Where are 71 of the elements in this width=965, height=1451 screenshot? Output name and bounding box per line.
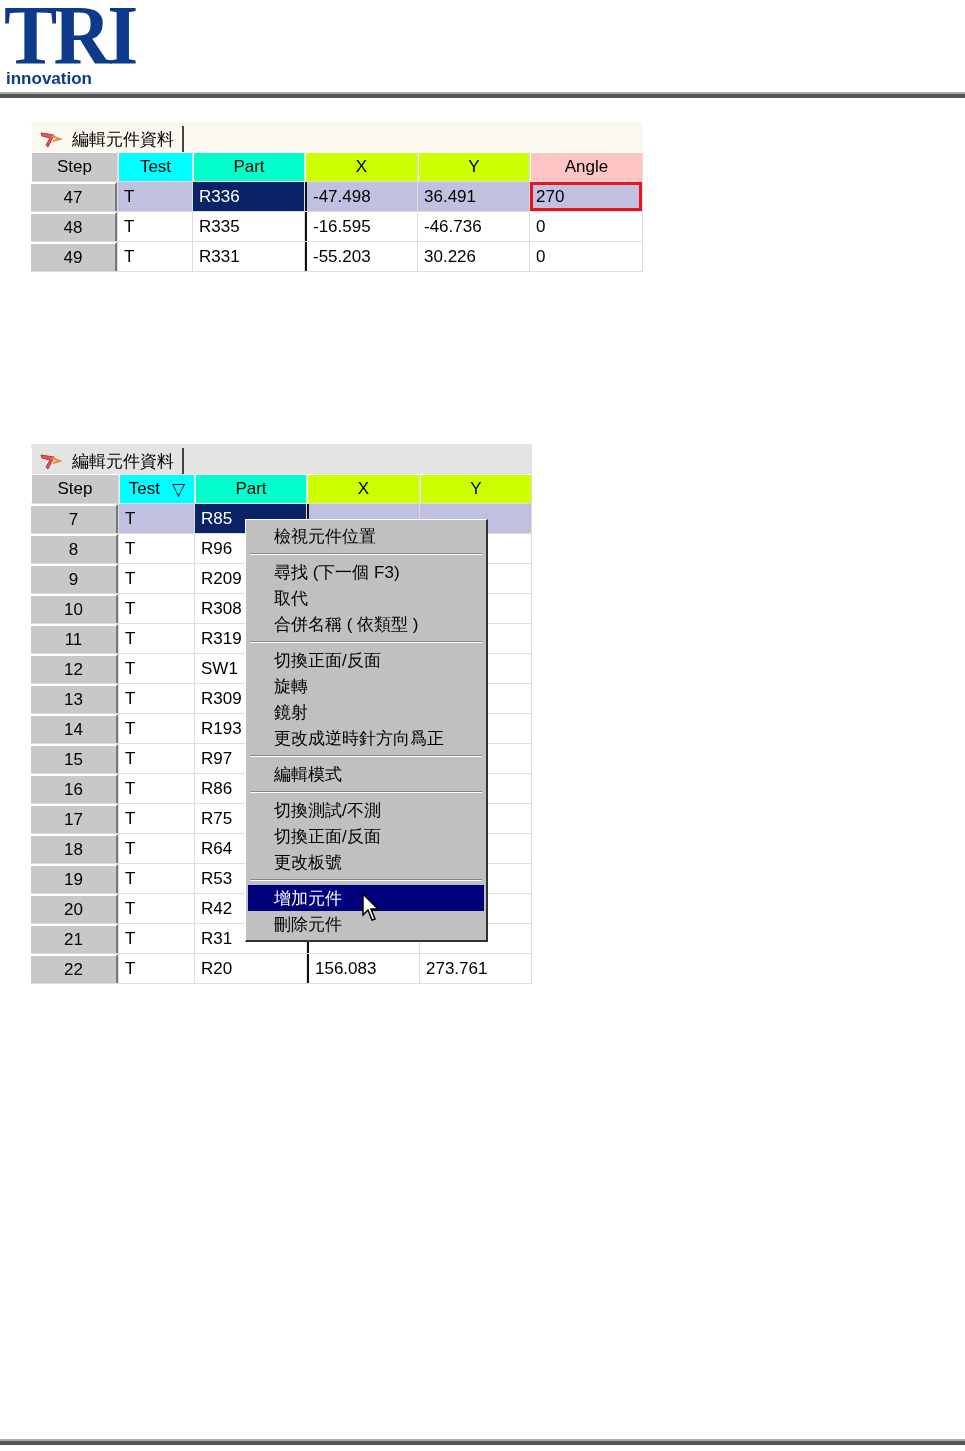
column-header[interactable]: Test ▽ xyxy=(119,474,194,503)
row-header[interactable]: 7 xyxy=(31,504,118,533)
table-cell: T xyxy=(119,564,194,593)
component-icon xyxy=(40,130,62,148)
row-header[interactable]: 17 xyxy=(31,804,118,833)
column-header[interactable]: Step xyxy=(31,152,117,181)
logo-mark: TRI xyxy=(4,2,135,70)
table-cell: R20 xyxy=(195,954,306,983)
table-cell: R335 xyxy=(193,212,304,241)
table-cell: R331 xyxy=(193,242,304,271)
table-cell: 0 xyxy=(530,212,642,241)
table-cell: T xyxy=(119,714,194,743)
column-header[interactable]: Part xyxy=(193,152,304,181)
table-cell: T xyxy=(119,504,194,533)
table-cell: R336 xyxy=(193,182,304,211)
table-cell: T xyxy=(119,684,194,713)
table-cell: 270 xyxy=(530,182,642,211)
row-header[interactable]: 48 xyxy=(31,212,117,241)
table-cell: 36.491 xyxy=(418,182,529,211)
row-header[interactable]: 16 xyxy=(31,774,118,803)
row-header[interactable]: 9 xyxy=(31,564,118,593)
row-header[interactable]: 10 xyxy=(31,594,118,623)
column-header[interactable]: Step xyxy=(31,474,118,503)
row-header[interactable]: 22 xyxy=(31,954,118,983)
column-header[interactable]: X xyxy=(305,152,417,181)
column-header[interactable]: Part xyxy=(195,474,306,503)
row-header[interactable]: 8 xyxy=(31,534,118,563)
table-cell: T xyxy=(119,654,194,683)
table-cell: T xyxy=(119,774,194,803)
logo-tagline: innovation xyxy=(6,70,92,88)
table-cell: T xyxy=(118,182,192,211)
table-cell: T xyxy=(119,834,194,863)
table-cell: T xyxy=(119,954,194,983)
column-header[interactable]: Angle xyxy=(530,152,642,181)
row-header[interactable]: 12 xyxy=(31,654,118,683)
column-header[interactable]: X xyxy=(307,474,419,503)
row-header[interactable]: 19 xyxy=(31,864,118,893)
table-cell: T xyxy=(118,212,192,241)
row-header[interactable]: 47 xyxy=(31,182,117,211)
column-header[interactable]: Y xyxy=(420,474,531,503)
column-header[interactable]: Y xyxy=(418,152,529,181)
table-cell: T xyxy=(118,242,192,271)
table-cell: T xyxy=(119,624,194,653)
table-cell: -55.203 xyxy=(305,242,417,271)
pointer-icon xyxy=(362,893,382,923)
table-cell: -16.595 xyxy=(305,212,417,241)
table-cell: 30.226 xyxy=(418,242,529,271)
row-header[interactable]: 11 xyxy=(31,624,118,653)
table-cell: T xyxy=(119,744,194,773)
table-cell: T xyxy=(119,894,194,923)
table-cell: T xyxy=(119,534,194,563)
row-header[interactable]: 14 xyxy=(31,714,118,743)
row-header[interactable]: 20 xyxy=(31,894,118,923)
column-header[interactable]: Test xyxy=(118,152,192,181)
row-header[interactable]: 21 xyxy=(31,924,118,953)
table-cell: T xyxy=(119,924,194,953)
table-cell: T xyxy=(119,864,194,893)
row-header[interactable]: 13 xyxy=(31,684,118,713)
table-cell: -46.736 xyxy=(418,212,529,241)
row-header[interactable]: 18 xyxy=(31,834,118,863)
table-cell: -47.498 xyxy=(305,182,417,211)
panel-title: 編輯元件資料 xyxy=(72,128,174,151)
table-cell: 273.761 xyxy=(420,954,531,983)
panel-title: 編輯元件資料 xyxy=(72,450,174,473)
table-cell: 156.083 xyxy=(307,954,419,983)
table-cell: T xyxy=(119,804,194,833)
row-header[interactable]: 15 xyxy=(31,744,118,773)
table-cell: 0 xyxy=(530,242,642,271)
row-header[interactable]: 49 xyxy=(31,242,117,271)
component-icon xyxy=(40,452,62,470)
table-cell: T xyxy=(119,594,194,623)
